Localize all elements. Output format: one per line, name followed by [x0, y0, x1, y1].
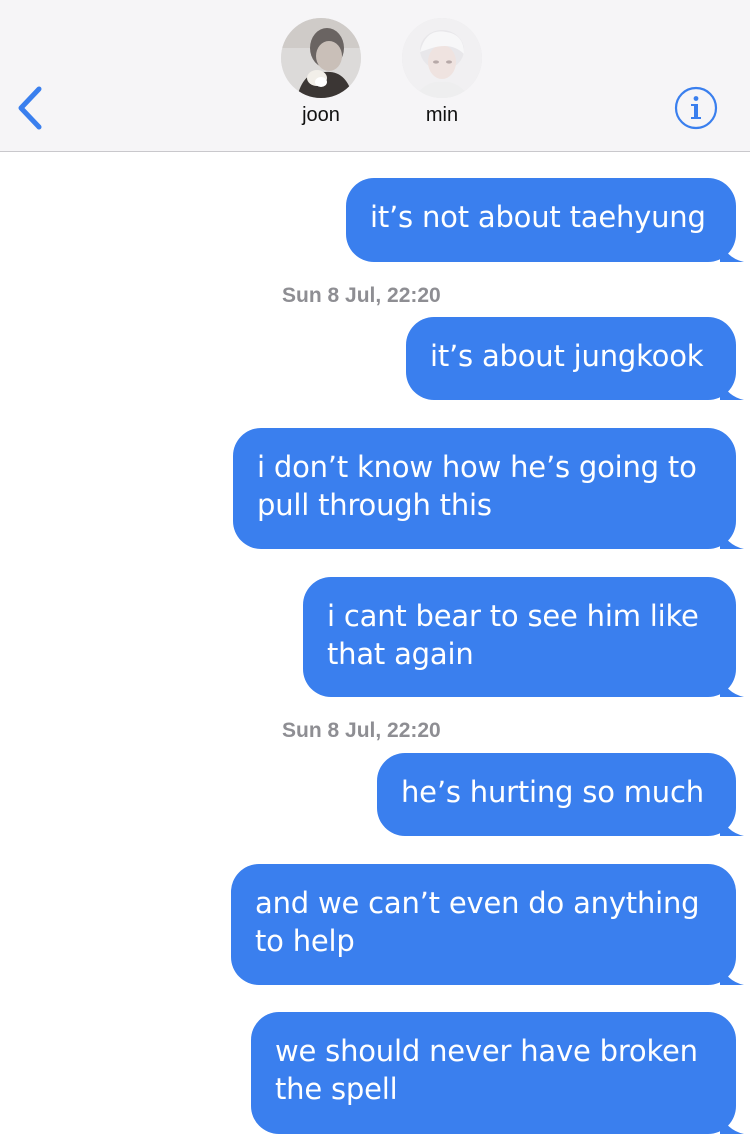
message-bubble[interactable]: i cant bear to see him like that again [303, 577, 744, 697]
info-icon [674, 86, 718, 130]
back-button[interactable] [12, 84, 48, 132]
contact-name: joon [302, 104, 340, 126]
message-bubble[interactable]: it’s not about taehyung [346, 178, 744, 262]
bubble-tail [720, 378, 744, 400]
timestamp: Sun 8 Jul, 22:20 [282, 284, 441, 307]
bubble-tail [720, 814, 744, 836]
message-bubble[interactable]: i don’t know how he’s going to pull thro… [233, 428, 744, 549]
message-bubble[interactable]: and we can’t even do anything to help [231, 864, 744, 985]
chevron-left-icon [18, 86, 42, 130]
message-text: i don’t know how he’s going to pull thro… [257, 450, 697, 522]
bubble-tail [720, 527, 744, 549]
bubble-tail [720, 963, 744, 985]
avatar [281, 18, 361, 98]
message-bubble[interactable]: he’s hurting so much [377, 753, 744, 836]
contact-name: min [425, 104, 459, 126]
bubble-tail [720, 240, 744, 262]
contact-joon[interactable]: joon [271, 18, 371, 127]
message-text: it’s not about taehyung [370, 200, 706, 234]
message-text: he’s hurting so much [401, 775, 704, 809]
message-bubble[interactable]: it’s about jungkook [406, 317, 744, 400]
message-bubble[interactable]: we should never have broken the spell [251, 1012, 744, 1134]
message-text: it’s about jungkook [430, 339, 704, 373]
avatar [402, 18, 482, 98]
contact-min[interactable]: min [392, 18, 492, 127]
conversation-header: joon min [0, 0, 750, 152]
info-button[interactable] [674, 86, 718, 130]
message-text: i cant bear to see him like that again [327, 599, 699, 671]
message-text: and we can’t even do anything to help [255, 886, 700, 958]
bubble-tail [720, 675, 744, 697]
timestamp: Sun 8 Jul, 22:20 [282, 719, 441, 742]
message-text: we should never have broken the spell [275, 1034, 698, 1106]
bubble-tail [720, 1112, 744, 1134]
